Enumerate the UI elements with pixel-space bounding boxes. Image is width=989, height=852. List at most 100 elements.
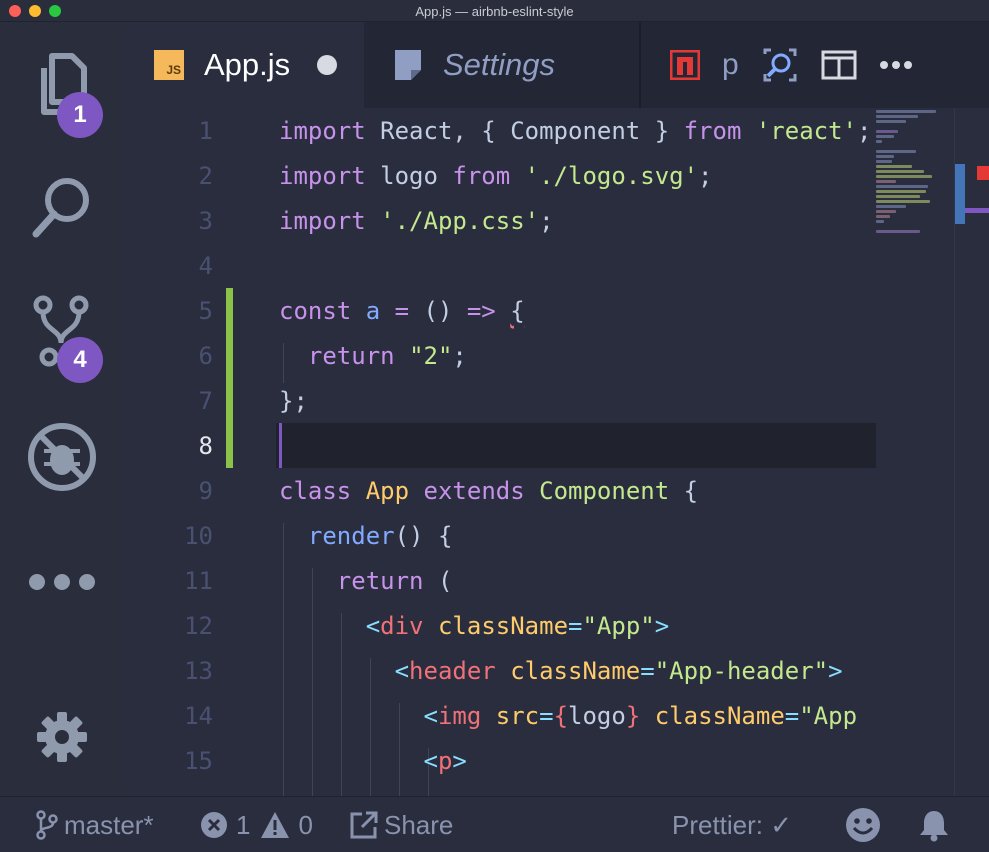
error-count: 1 <box>236 809 251 840</box>
smiley-icon <box>846 808 880 842</box>
code-line: 13 <header className="App-header"> <box>124 649 876 694</box>
minimap-line <box>876 170 924 173</box>
tab-bar: JS App.js Settings p <box>124 22 989 108</box>
title-bar: App.js — airbnb-eslint-style <box>0 0 989 22</box>
minimap-line <box>876 185 928 188</box>
minimap-line <box>876 205 906 208</box>
minimap-line <box>876 160 892 163</box>
more-icon <box>29 574 95 590</box>
activity-more[interactable] <box>0 527 124 637</box>
code-line: 12 <div className="App"> <box>124 604 876 649</box>
code-editor[interactable]: 1 import React, { Component } from 'react… <box>124 108 989 796</box>
code-line: 1 import React, { Component } from 'react… <box>124 109 876 154</box>
feedback-button[interactable] <box>845 797 881 852</box>
activity-explorer[interactable]: 1 <box>0 30 124 140</box>
status-bar: master* 1 0 Share Prettier: ✓ <box>0 796 989 852</box>
branch-name: master* <box>64 809 154 840</box>
warning-icon <box>261 812 290 838</box>
line-number: 13 <box>184 657 213 685</box>
activity-bar: 1 4 <box>0 22 124 796</box>
notifications-button[interactable] <box>918 797 950 852</box>
current-line-number: 8 <box>198 432 213 460</box>
no-bug-icon <box>28 423 96 491</box>
split-editor-button[interactable] <box>821 50 857 80</box>
unsaved-dot-icon[interactable] <box>317 55 338 75</box>
code-line: 9 class App extends Component { <box>124 469 876 514</box>
minimap[interactable] <box>876 108 954 248</box>
share-icon <box>350 811 378 839</box>
minimap-line <box>876 150 916 153</box>
minimap-line <box>876 195 920 198</box>
warning-count: 0 <box>298 809 313 840</box>
activity-search[interactable] <box>0 152 124 262</box>
line-number: 16 <box>124 784 213 796</box>
npm-action-button[interactable] <box>670 50 700 80</box>
overview-ruler-error-marker <box>977 166 989 180</box>
minimap-line <box>876 230 920 233</box>
editor-actions: p <box>654 22 935 108</box>
text-cursor <box>279 423 282 468</box>
code-line: 7}; <box>124 379 876 424</box>
overview-ruler-marker <box>955 164 965 224</box>
gear-icon <box>37 712 87 762</box>
code-line: 8 <box>124 424 876 469</box>
open-preview-button[interactable] <box>761 46 799 84</box>
explorer-badge: 1 <box>57 92 103 138</box>
line-number: 9 <box>198 477 213 505</box>
line-number: 2 <box>198 162 213 190</box>
settings-file-icon <box>395 50 421 80</box>
ellipsis-icon <box>879 61 912 69</box>
git-branch-icon <box>36 810 58 840</box>
minimap-line <box>876 215 890 218</box>
minimap-line <box>876 110 936 113</box>
line-number: 6 <box>198 342 213 370</box>
code-line: 11 return ( <box>124 559 876 604</box>
overview-ruler-marker <box>965 208 989 213</box>
line-number: 3 <box>198 207 213 235</box>
bell-icon <box>920 811 948 842</box>
minimap-line <box>876 180 896 183</box>
activity-settings[interactable] <box>0 682 124 792</box>
line-number: 7 <box>198 387 213 415</box>
search-icon <box>32 178 89 238</box>
minimap-line <box>876 155 894 158</box>
javascript-file-icon: JS <box>154 50 184 80</box>
activity-source-control[interactable]: 4 <box>0 276 124 386</box>
code-line: 4 <box>124 244 876 289</box>
tab-app-js[interactable]: JS App.js <box>124 22 364 108</box>
minimap-line <box>876 130 898 133</box>
minimap-line <box>876 210 896 213</box>
prettier-label: Prettier: ✓ <box>672 809 793 840</box>
problems-status[interactable]: 1 0 <box>200 797 313 852</box>
code-line: 16 <box>124 784 876 796</box>
p-action-button[interactable]: p <box>722 48 739 82</box>
minimap-line <box>876 115 918 118</box>
window-title: App.js — airbnb-eslint-style <box>415 4 574 19</box>
prettier-status[interactable]: Prettier: ✓ <box>672 797 792 852</box>
code-line: 14 <img src={logo} className="App <box>124 694 876 739</box>
minimap-line <box>876 175 932 178</box>
code-line: 5 const a = () => { <box>124 289 876 334</box>
minimap-line <box>876 220 884 223</box>
minimap-line <box>876 135 894 138</box>
share-button[interactable]: Share <box>349 797 453 852</box>
branch-status[interactable]: master* <box>36 797 154 852</box>
tab-label: App.js <box>204 47 291 82</box>
line-number: 12 <box>184 612 213 640</box>
activity-debug[interactable] <box>0 402 124 512</box>
code-line: 10 render() { <box>124 514 876 559</box>
p-action-label: p <box>722 48 739 81</box>
line-number: 14 <box>184 702 213 730</box>
tab-settings[interactable]: Settings <box>364 22 639 108</box>
tab-divider <box>639 22 641 108</box>
source-control-badge: 4 <box>57 337 103 383</box>
minimap-line <box>876 165 912 168</box>
line-number: 11 <box>184 567 213 595</box>
more-actions-button[interactable] <box>879 60 913 70</box>
split-editor-icon <box>821 50 857 80</box>
line-number: 15 <box>184 747 213 775</box>
vertical-scrollbar[interactable] <box>954 108 989 796</box>
minimap-line <box>876 120 906 123</box>
share-label: Share <box>384 809 454 840</box>
error-icon <box>201 812 227 838</box>
